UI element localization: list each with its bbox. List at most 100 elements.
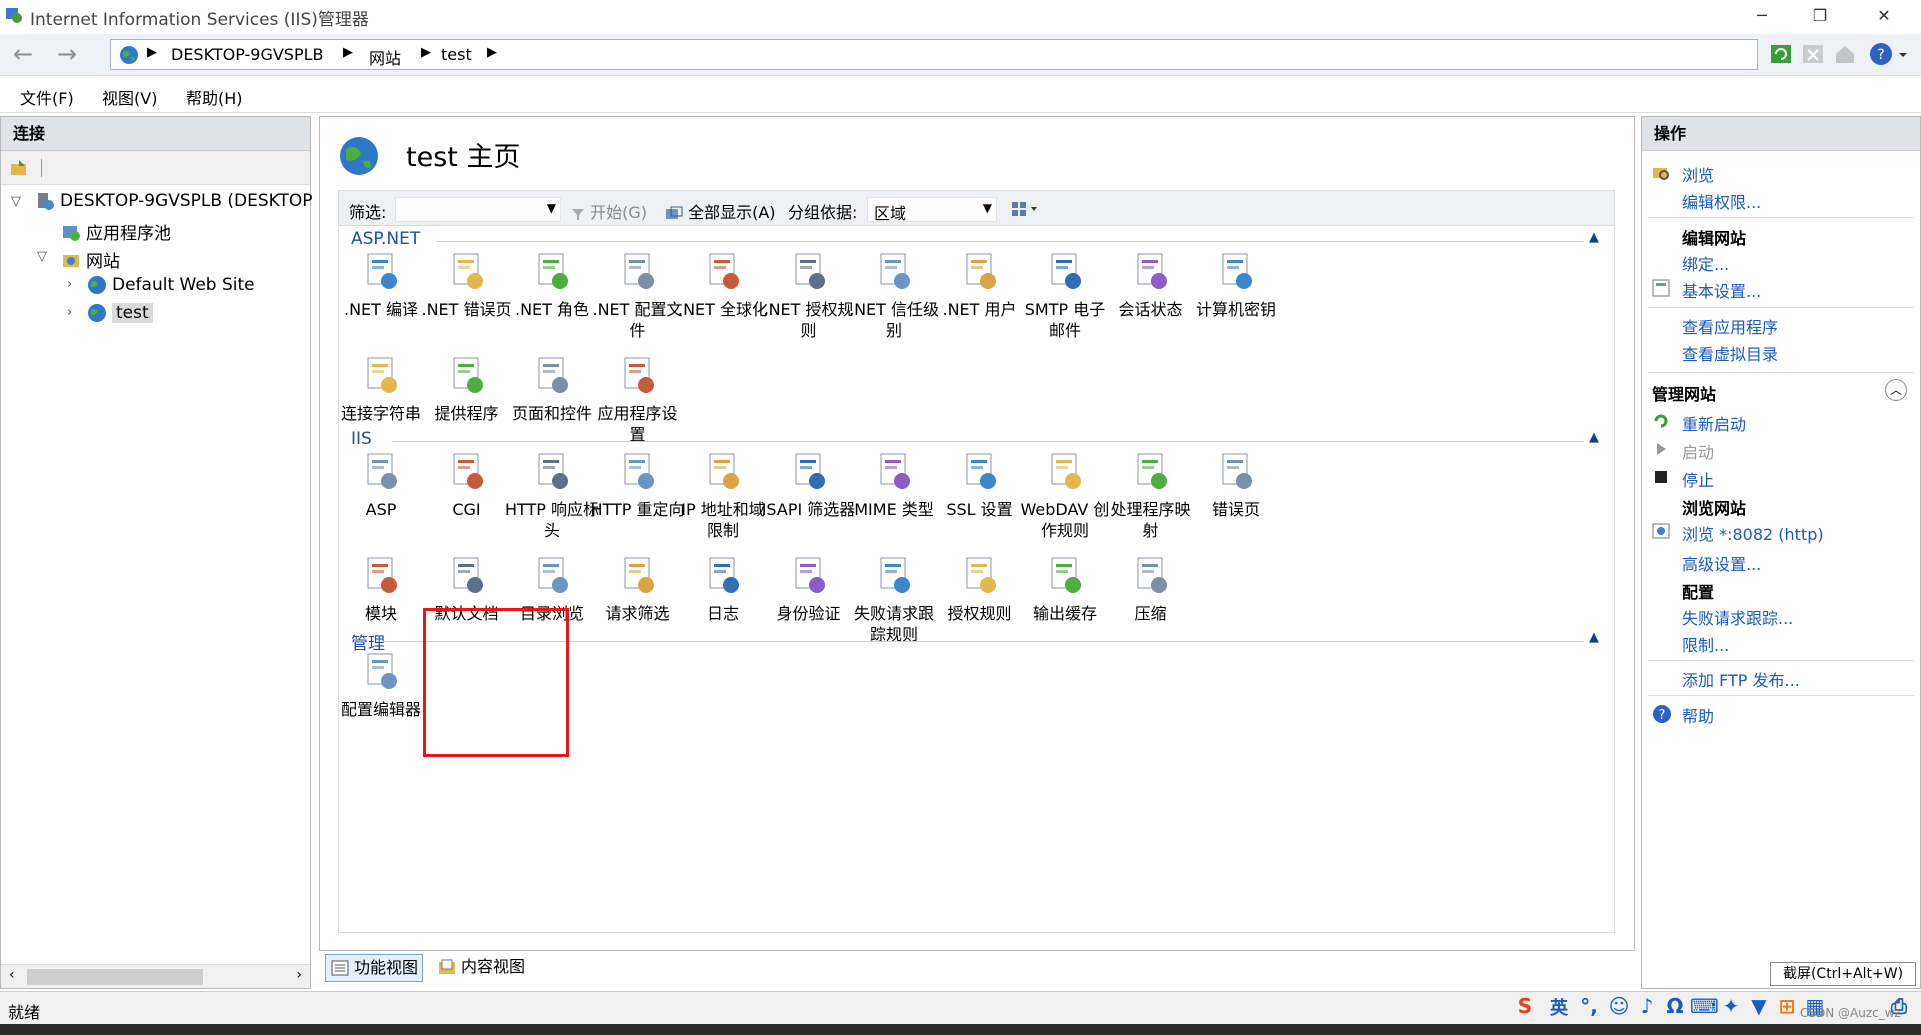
svg-text:?: ? [1659, 708, 1666, 723]
restart-icon [1654, 414, 1668, 428]
tshirt-icon[interactable]: ▼ [1746, 994, 1772, 1020]
action-help[interactable]: 帮助 [1682, 703, 1714, 727]
action-browse[interactable]: 浏览 [1682, 162, 1714, 186]
collapse-group-icon[interactable]: ▲ [1589, 430, 1599, 445]
feature-tile[interactable]: 压缩 [1099, 553, 1203, 659]
back-arrow-icon[interactable]: ← [8, 40, 38, 70]
microphone-icon[interactable]: ♪ [1634, 994, 1660, 1020]
highlight-box-default-document [423, 608, 569, 757]
group-by-select[interactable]: 区域 ▼ [867, 197, 997, 223]
collapse-group-icon[interactable]: ▲ [1589, 230, 1599, 245]
group-title[interactable]: ASP.NET [351, 229, 420, 249]
restore-button[interactable]: ❐ [1788, 0, 1852, 32]
sites-folder-icon [63, 254, 79, 267]
feature-tile[interactable]: 计算机密钥 [1184, 249, 1288, 355]
action-add-ftp[interactable]: 添加 FTP 发布... [1682, 667, 1800, 691]
expand-chevron-icon[interactable]: ▽ [37, 249, 47, 264]
crumb-separator: ▶ [147, 45, 157, 60]
help-icon[interactable]: ? [1868, 41, 1894, 67]
skin-icon[interactable]: ✦ [1718, 994, 1744, 1020]
collapsed-chevron-icon[interactable]: › [67, 277, 72, 292]
symbol-icon[interactable]: Ω [1662, 994, 1688, 1020]
keyboard-icon[interactable]: ⌨ [1690, 994, 1719, 1020]
content-view-tab[interactable]: 内容视图 [433, 954, 529, 982]
help-dropdown-icon[interactable] [1896, 41, 1910, 67]
feature-icon [367, 653, 397, 689]
tree-node-test[interactable]: test [87, 303, 153, 327]
sogou-ime-icon[interactable]: S [1512, 994, 1538, 1020]
scroll-left-icon[interactable]: ‹ [9, 967, 15, 983]
feature-icon [709, 557, 739, 593]
features-view-tab[interactable]: 功能视图 [325, 954, 424, 982]
tree-node-app-pools[interactable]: 应用程序池 [61, 219, 171, 244]
feature-icon [538, 557, 568, 593]
action-advanced-settings[interactable]: 高级设置... [1682, 551, 1761, 575]
address-path[interactable]: ▶ DESKTOP-9GVSPLB ▶ 网站 ▶ test ▶ [110, 39, 1758, 70]
horizontal-scrollbar[interactable]: ‹ › [1, 964, 310, 988]
menu-help[interactable]: 帮助(H) [186, 85, 243, 109]
forward-arrow-icon[interactable]: → [52, 40, 82, 70]
action-view-applications[interactable]: 查看应用程序 [1682, 314, 1778, 338]
crumb-sites[interactable]: 网站 [369, 45, 401, 69]
feature-tile[interactable]: 配置编辑器 [329, 649, 433, 755]
action-failed-request-tracing[interactable]: 失败请求跟踪... [1682, 605, 1793, 629]
collapsed-chevron-icon[interactable]: › [67, 305, 72, 320]
feature-icon [1222, 253, 1252, 289]
collapse-group-icon[interactable]: ▲ [1589, 630, 1599, 645]
emoji-icon[interactable]: ☺ [1606, 994, 1632, 1020]
feature-icon [795, 253, 825, 289]
content-view-icon [439, 959, 455, 974]
show-all-button[interactable]: 全部显示(A) [665, 199, 776, 223]
action-browse-port[interactable]: 浏览 *:8082 (http) [1682, 521, 1824, 545]
scroll-right-icon[interactable]: › [296, 967, 302, 983]
action-bindings[interactable]: 绑定... [1682, 251, 1729, 275]
server-icon [38, 193, 54, 210]
menu-file[interactable]: 文件(F) [20, 85, 74, 109]
feature-icon [1051, 453, 1081, 489]
expand-chevron-icon[interactable]: ▽ [11, 194, 21, 209]
feature-icon [880, 557, 910, 593]
actions-header: 操作 [1642, 117, 1920, 151]
app-pool-icon [63, 225, 80, 241]
crumb-test[interactable]: test [441, 45, 472, 64]
ime-mode[interactable]: 英 [1546, 994, 1572, 1020]
group-title[interactable]: IIS [351, 429, 372, 449]
watermark: CSDN @Auzc_wz [1800, 1006, 1901, 1020]
stop-icon[interactable] [1800, 41, 1826, 67]
refresh-icon[interactable] [1768, 41, 1794, 67]
tree-node-default-web-site[interactable]: Default Web Site [87, 275, 255, 299]
action-basic-settings[interactable]: 基本设置... [1682, 278, 1761, 302]
filter-input[interactable]: ▼ [395, 197, 561, 222]
features-pane: test 主页 筛选: ▼ 开始(G) 全部显示(A) 分组依据: 区域 ▼ AS… [319, 116, 1635, 951]
scroll-thumb[interactable] [27, 969, 203, 985]
features-area: ASP.NET ▲ .NET 编译 .NET 错误页 .NET 角色 .NET 配置文 件… [338, 227, 1615, 933]
action-stop[interactable]: 停止 [1682, 467, 1714, 491]
feature-icon [624, 357, 654, 393]
collapse-chevron-icon[interactable]: ︿ [1885, 379, 1907, 401]
tree-node-sites[interactable]: 网站 [61, 247, 120, 272]
feature-tile[interactable]: 错误页 [1184, 449, 1288, 555]
action-limits[interactable]: 限制... [1682, 632, 1729, 656]
punctuation-icon[interactable]: °, [1576, 994, 1602, 1020]
tools-icon[interactable]: ⊞ [1774, 994, 1800, 1020]
action-edit-permissions[interactable]: 编辑权限... [1682, 189, 1761, 213]
go-button[interactable]: 开始(G) [571, 199, 647, 223]
new-connection-icon[interactable] [9, 158, 29, 178]
minimize-button[interactable]: ─ [1730, 0, 1794, 32]
close-button[interactable]: ✕ [1852, 0, 1916, 32]
start-icon [1657, 443, 1666, 455]
help-icon: ? [1653, 705, 1671, 723]
action-view-virtual-dirs[interactable]: 查看虚拟目录 [1682, 341, 1778, 365]
view-mode-icon[interactable] [1011, 200, 1041, 218]
action-start[interactable]: 启动 [1682, 439, 1714, 463]
crumb-server[interactable]: DESKTOP-9GVSPLB [171, 45, 324, 64]
screenshot-hint: 截屏(Ctrl+Alt+W) [1770, 962, 1916, 986]
feature-icon [795, 453, 825, 489]
connections-header: 连接 [1, 117, 310, 151]
action-restart[interactable]: 重新启动 [1682, 411, 1746, 435]
home-icon[interactable] [1832, 41, 1858, 67]
feature-tile[interactable]: 应用程序设 置 [586, 353, 690, 459]
menu-view[interactable]: 视图(V) [102, 85, 157, 109]
connections-toolbar [1, 151, 310, 185]
tree-node-server[interactable]: DESKTOP-9GVSPLB (DESKTOP [35, 191, 313, 215]
